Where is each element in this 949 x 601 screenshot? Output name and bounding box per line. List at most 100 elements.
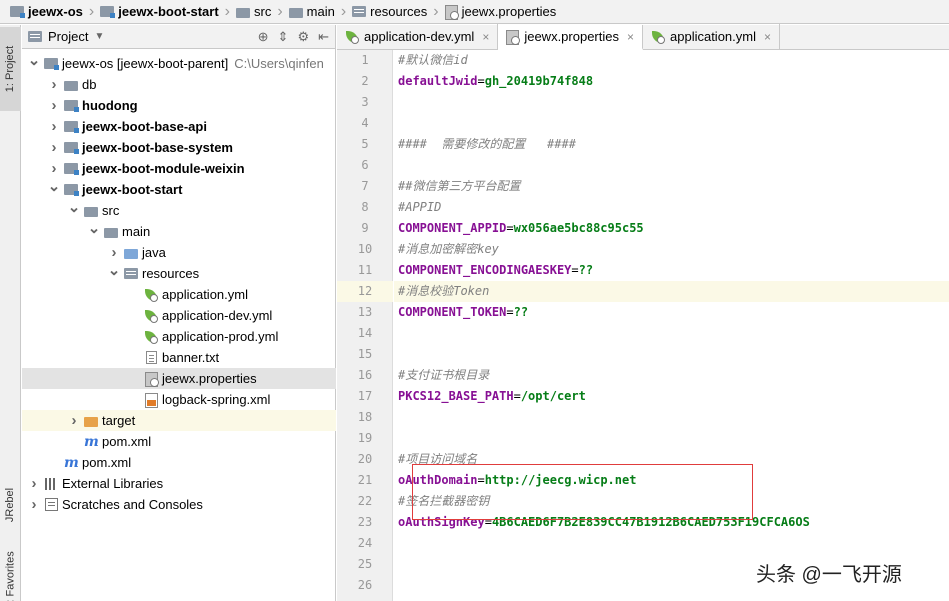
editor-tab-bar: application-dev.yml × jeewx.properties × app… — [337, 24, 949, 50]
tree-item[interactable]: ⌄ src — [22, 200, 336, 221]
chevron-right-icon[interactable]: › — [46, 160, 62, 177]
code-line[interactable] — [394, 428, 949, 449]
code-view[interactable]: #默认微信id defaultJwid=gh_20419b74f848 #### 需… — [394, 50, 949, 601]
breadcrumb-item[interactable]: jeewx-boot-start — [96, 0, 222, 23]
tree-item[interactable]: logback-spring.xml — [22, 389, 336, 410]
tree-item-label: src — [102, 203, 120, 218]
tree-item[interactable]: ⌄ jeewx-os [jeewx-boot-parent] C:\Users\qi… — [22, 53, 336, 74]
close-icon[interactable]: × — [764, 30, 771, 44]
code-line[interactable] — [394, 344, 949, 365]
tree-item[interactable]: ⌄ jeewx-boot-start — [22, 179, 336, 200]
tree-item[interactable]: › jeewx-boot-module-weixin — [22, 158, 336, 179]
code-line[interactable]: #默认微信id — [394, 50, 949, 71]
code-line[interactable]: COMPONENT_APPID=wx056ae5bc88c95c55 — [394, 218, 949, 239]
line-number: 19 — [357, 431, 373, 445]
tree-item[interactable]: › db — [22, 74, 336, 95]
code-line[interactable]: COMPONENT_ENCODINGAESKEY=?? — [394, 260, 949, 281]
chevron-right-icon[interactable]: › — [66, 412, 82, 429]
tree-item-label: jeewx-boot-base-system — [82, 140, 233, 155]
tree-item[interactable]: › External Libraries — [22, 473, 336, 494]
line-number: 12 — [357, 284, 373, 298]
breadcrumb-label: resources — [370, 4, 428, 19]
code-line[interactable] — [394, 92, 949, 113]
code-line[interactable]: COMPONENT_TOKEN=?? — [394, 302, 949, 323]
tree-item[interactable]: application-dev.yml — [22, 305, 336, 326]
breadcrumb-item[interactable]: jeewx.properties — [441, 0, 561, 23]
chevron-down-icon[interactable]: ⌄ — [46, 179, 62, 195]
code-line[interactable] — [394, 323, 949, 344]
jrebel-tool-tab[interactable]: JRebel — [0, 475, 21, 535]
tree-item[interactable]: application.yml — [22, 284, 336, 305]
code-line[interactable]: ##微信第三方平台配置 — [394, 176, 949, 197]
properties-file-icon — [444, 4, 459, 20]
editor-tab[interactable]: application-dev.yml × — [337, 24, 499, 49]
breadcrumb-label: jeewx.properties — [461, 4, 557, 19]
chevron-down-icon[interactable]: ⌄ — [86, 221, 102, 237]
tree-item[interactable]: › Scratches and Consoles — [22, 494, 336, 515]
code-line[interactable]: PKCS12_BASE_PATH=/opt/cert — [394, 386, 949, 407]
chevron-right-icon[interactable]: › — [46, 118, 62, 135]
tree-item[interactable]: application-prod.yml — [22, 326, 336, 347]
tree-item-label: jeewx.properties — [162, 371, 257, 386]
code-line[interactable]: #消息加密解密key — [394, 239, 949, 260]
code-line[interactable] — [394, 407, 949, 428]
chevron-right-icon[interactable]: › — [46, 97, 62, 114]
tree-item-label: main — [122, 224, 151, 239]
favorites-tool-tab[interactable]: 2: Favorites — [0, 545, 21, 601]
tree-item-icon-wrap — [82, 206, 100, 217]
line-number: 15 — [357, 347, 373, 361]
code-line[interactable]: #消息校验Token — [394, 281, 949, 302]
code-line[interactable]: #APPID — [394, 197, 949, 218]
chevron-right-icon[interactable]: › — [46, 139, 62, 156]
code-line[interactable] — [394, 533, 949, 554]
gear-icon[interactable]: ⚙ — [297, 29, 309, 45]
code-line[interactable] — [394, 155, 949, 176]
breadcrumb-item[interactable]: jeewx-os — [6, 0, 87, 23]
tree-item[interactable]: ⌄ resources — [22, 263, 336, 284]
breadcrumb-label: jeewx-os — [28, 4, 83, 19]
editor-tab[interactable]: application.yml × — [643, 24, 781, 49]
tree-item[interactable]: jeewx.properties — [22, 368, 336, 389]
tree-item[interactable]: › huodong — [22, 95, 336, 116]
code-line[interactable]: #支付证书根目录 — [394, 365, 949, 386]
chevron-down-icon[interactable]: ⌄ — [66, 200, 82, 216]
collapse-all-icon[interactable]: ⇕ — [278, 29, 289, 45]
chevron-right-icon[interactable]: › — [106, 244, 122, 261]
close-icon[interactable]: × — [482, 30, 489, 44]
chevron-right-icon[interactable]: › — [46, 76, 62, 93]
project-panel-title[interactable]: Project — [48, 29, 88, 44]
project-tool-tab[interactable]: 1: Project — [0, 27, 21, 111]
tree-item[interactable]: › jeewx-boot-base-system — [22, 137, 336, 158]
chevron-right-icon[interactable]: › — [26, 475, 42, 492]
tree-item[interactable]: › jeewx-boot-base-api — [22, 116, 336, 137]
editor-tab[interactable]: jeewx.properties × — [498, 25, 643, 50]
chevron-down-icon[interactable]: ⌄ — [26, 53, 42, 69]
tree-item[interactable]: › java — [22, 242, 336, 263]
chevron-right-icon[interactable]: › — [26, 496, 42, 513]
tree-item[interactable]: banner.txt — [22, 347, 336, 368]
tree-item[interactable]: m pom.xml — [22, 431, 336, 452]
tree-item[interactable]: › target — [22, 410, 336, 431]
resources-folder-icon — [124, 268, 138, 279]
breadcrumb-item[interactable]: resources — [348, 0, 431, 23]
code-line[interactable]: #### 需要修改的配置 #### — [394, 134, 949, 155]
line-number: 20 — [357, 452, 373, 466]
locate-icon[interactable]: ⊕ — [258, 29, 269, 45]
property-value: ?? — [513, 305, 529, 319]
line-number: 7 — [361, 179, 369, 193]
breadcrumb-separator-icon: › — [277, 2, 283, 20]
line-number: 5 — [361, 137, 369, 151]
code-comment: #支付证书根目录 — [398, 368, 490, 382]
tree-item[interactable]: m pom.xml — [22, 452, 336, 473]
breadcrumb-item[interactable]: src — [232, 0, 275, 23]
breadcrumb-item[interactable]: main — [285, 0, 339, 23]
code-line[interactable] — [394, 113, 949, 134]
hide-panel-icon[interactable]: ⇤ — [318, 29, 329, 45]
chevron-down-icon[interactable]: ⌄ — [106, 263, 122, 279]
chevron-down-icon[interactable]: ▼ — [94, 31, 104, 42]
code-line[interactable]: defaultJwid=gh_20419b74f848 — [394, 71, 949, 92]
line-number: 17 — [357, 389, 373, 403]
tree-item[interactable]: ⌄ main — [22, 221, 336, 242]
left-tool-strip: 1: Project JRebel 2: Favorites ★ — [0, 25, 21, 601]
close-icon[interactable]: × — [627, 30, 634, 44]
